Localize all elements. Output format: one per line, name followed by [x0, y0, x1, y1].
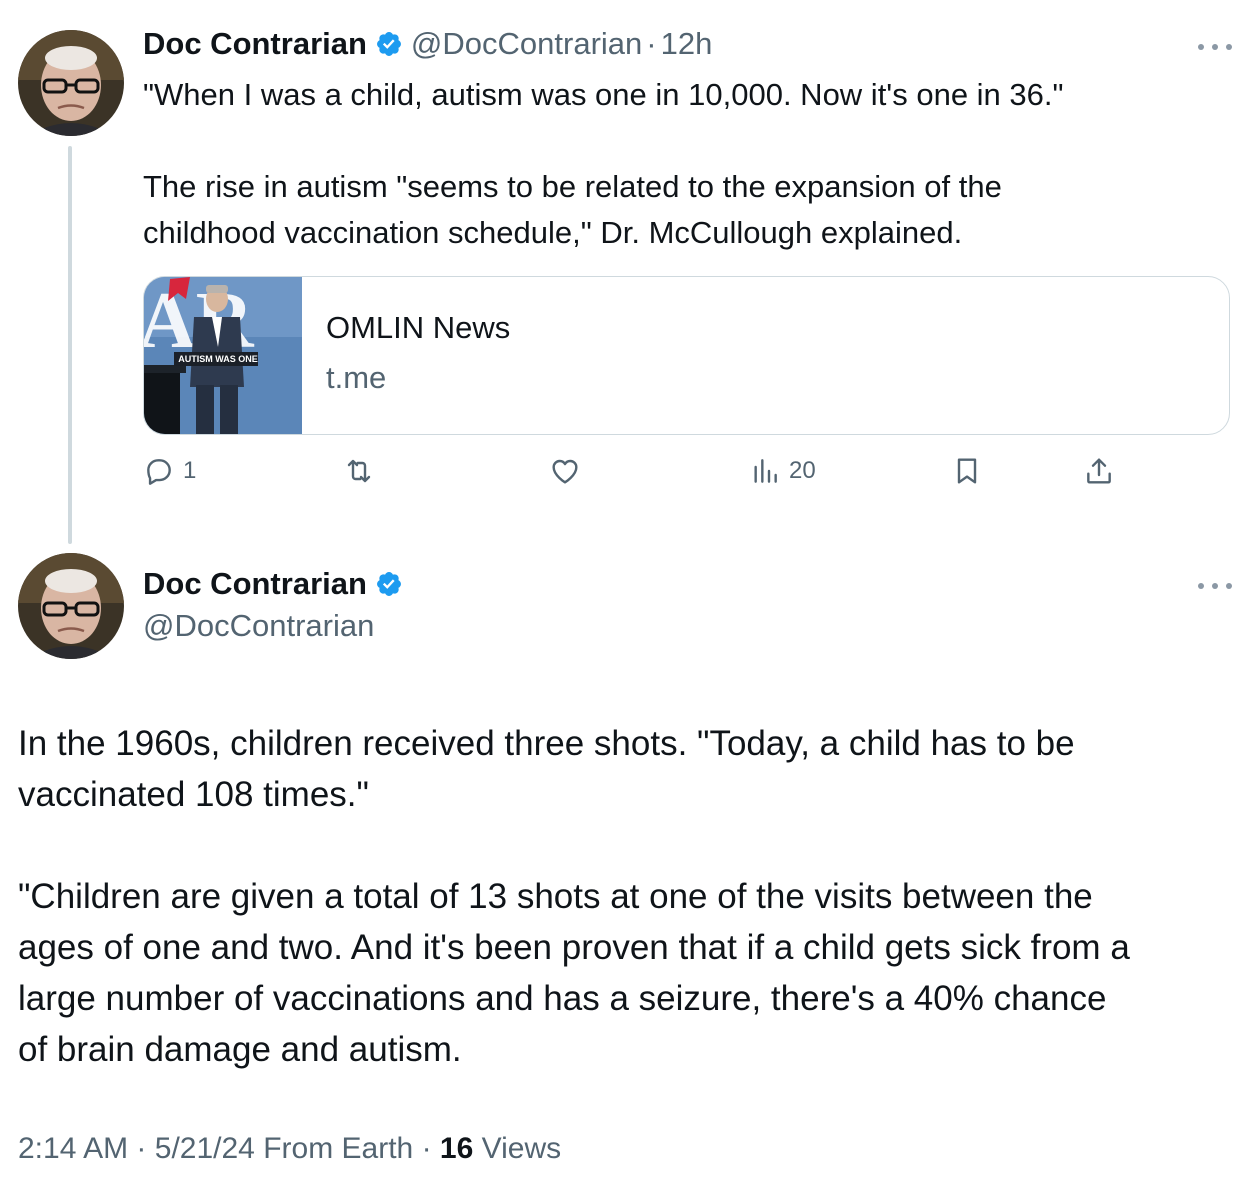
tweet2-text: In the 1960s, children received three sh…: [18, 724, 1130, 1069]
tweet1-actions: 1 20: [143, 455, 1230, 495]
views-count: 20: [789, 457, 816, 484]
retweet-icon: [347, 459, 371, 483]
verified-badge-icon[interactable]: [375, 570, 403, 598]
thread-connector-line: [68, 146, 72, 544]
reply-icon: [147, 459, 171, 485]
views-icon: [754, 459, 777, 483]
avatar-image: [18, 553, 124, 659]
share-button[interactable]: [1083, 455, 1115, 487]
card-info: OMLIN News t.me: [302, 277, 510, 434]
handle[interactable]: @DocContrarian: [411, 26, 642, 62]
separator-dot: ·: [136, 1132, 147, 1165]
handle[interactable]: @DocContrarian: [143, 608, 374, 644]
views-button[interactable]: 20: [749, 455, 816, 487]
views-count[interactable]: 16: [440, 1132, 473, 1165]
avatar[interactable]: [18, 553, 124, 659]
heart-icon: [552, 459, 578, 484]
avatar[interactable]: [18, 30, 124, 136]
card-title: OMLIN News: [326, 310, 511, 345]
tweet1-header: Doc Contrarian @DocContrarian · 12h: [143, 26, 712, 62]
card-thumbnail: AR AUTISM WAS ONE: [144, 277, 302, 434]
timestamp[interactable]: 12h: [661, 26, 713, 62]
card-domain: t.me: [326, 360, 387, 395]
display-name[interactable]: Doc Contrarian: [143, 26, 367, 62]
retweet-button[interactable]: [343, 455, 375, 487]
share-icon: [1087, 458, 1111, 484]
more-options-icon[interactable]: [1198, 41, 1232, 53]
avatar-image: [18, 30, 124, 136]
tweet2-header: Doc Contrarian: [143, 566, 403, 602]
meta-source: From Earth: [263, 1132, 414, 1165]
more-options-icon[interactable]: [1198, 580, 1232, 592]
reply-button[interactable]: 1: [143, 455, 196, 487]
separator-dot: ·: [646, 26, 657, 61]
verified-badge-icon[interactable]: [375, 30, 403, 58]
link-card[interactable]: AR AUTISM WAS ONE OMLIN News t.me: [143, 276, 1230, 435]
views-label: Views: [481, 1132, 562, 1165]
like-button[interactable]: [549, 455, 581, 487]
thumbnail-caption: AUTISM WAS ONE: [178, 354, 258, 364]
bookmark-icon: [957, 458, 977, 484]
meta-time[interactable]: 2:14 AM: [18, 1132, 128, 1165]
reply-count: 1: [183, 457, 197, 484]
tweet1-text: "When I was a child, autism was one in 1…: [143, 77, 1064, 250]
display-name[interactable]: Doc Contrarian: [143, 566, 367, 602]
bookmark-button[interactable]: [951, 455, 983, 487]
meta-date[interactable]: 5/21/24: [155, 1132, 255, 1165]
tweet-meta: 2:14 AM · 5/21/24 From Earth · 16 Views: [18, 1132, 561, 1166]
separator-dot: ·: [421, 1132, 432, 1165]
